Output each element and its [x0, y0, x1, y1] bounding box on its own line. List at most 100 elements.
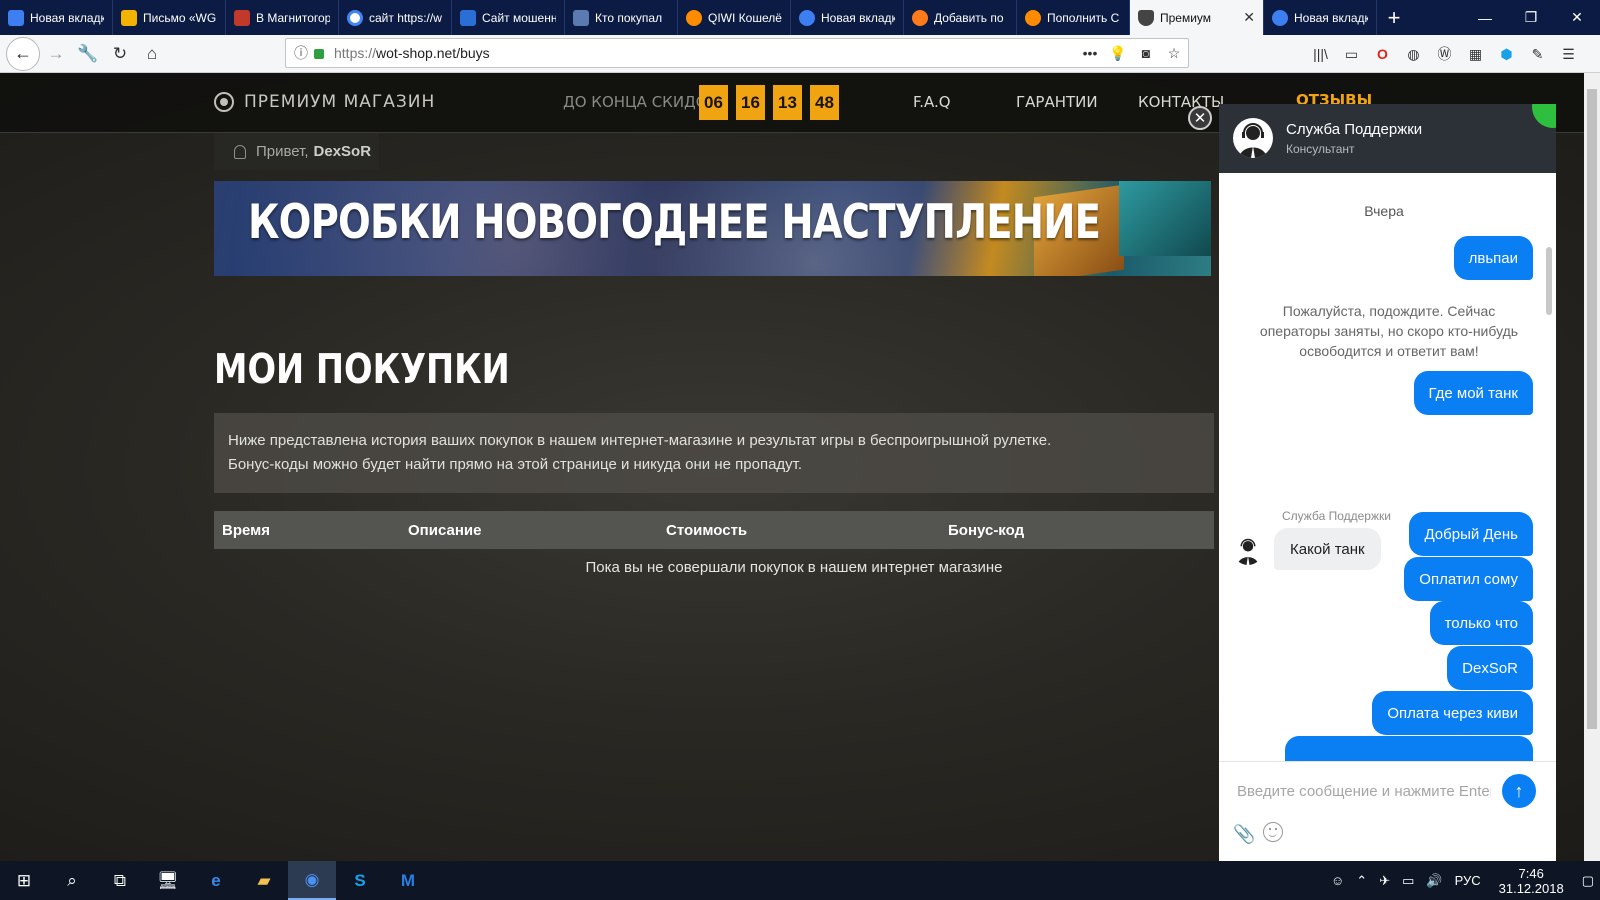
browser-tab[interactable]: В Магнитогор — [226, 0, 339, 35]
info-text-line: Бонус-коды можно будет найти прямо на эт… — [228, 456, 803, 473]
app-computer-icon[interactable]: 🖥 — [144, 861, 192, 900]
chat-subtitle: Консультант — [1286, 142, 1355, 156]
windows-taskbar: ⊞ ⌕ ⧉ 🖥 e ▰ ◉ S M ☺ ⌃ ✈ ▭ 🔊 РУС 7:46 31.1… — [0, 861, 1600, 900]
close-chat-button[interactable]: ✕ — [1188, 106, 1212, 130]
globe-icon[interactable]: ◍ — [1398, 46, 1429, 63]
minimize-window-icon[interactable]: — — [1462, 0, 1508, 35]
chat-message-input[interactable] — [1235, 782, 1493, 801]
airplane-icon[interactable]: ✈ — [1373, 873, 1396, 889]
back-button[interactable]: ← — [6, 36, 40, 71]
firefox-taskbar-icon[interactable]: ◉ — [288, 861, 336, 900]
malwarebytes-icon[interactable]: M — [384, 861, 432, 900]
system-message: Пожалуйста, подождите. Сейчас операторы … — [1259, 303, 1519, 359]
close-window-icon[interactable]: ✕ — [1554, 0, 1600, 35]
browser-tab[interactable]: QIWI Кошелё — [678, 0, 791, 35]
extension-icon[interactable]: ▦ — [1460, 46, 1491, 63]
hamburger-menu-icon[interactable]: ☰ — [1553, 46, 1584, 63]
column-header-time: Время — [222, 521, 270, 539]
url-text[interactable]: https://wot-shop.net/buys — [334, 45, 490, 61]
wrench-icon[interactable]: 🔧 — [72, 38, 104, 70]
network-icon[interactable]: ▭ — [1396, 873, 1420, 889]
browser-tab-active[interactable]: Премиум ✕ — [1130, 0, 1264, 35]
windows-start-icon[interactable]: ⊞ — [0, 861, 48, 900]
promo-banner[interactable]: КОРОБКИ НОВОГОДНЕЕ НАСТУПЛЕНИЕ — [214, 181, 1211, 276]
menu-contacts[interactable]: КОНТАКТЫ — [1138, 93, 1224, 111]
menu-faq[interactable]: F.A.Q — [913, 93, 951, 111]
paperclip-icon[interactable]: 📎 — [1233, 824, 1255, 845]
column-header-bonus-code: Бонус-код — [948, 521, 1025, 539]
sidebar-icon[interactable]: ▭ — [1336, 46, 1367, 63]
site-info-icon[interactable]: ⓘ — [294, 43, 308, 63]
browser-tab[interactable]: Кто покупал — [565, 0, 678, 35]
browser-tab[interactable]: Сайт мошенн — [452, 0, 565, 35]
system-tray: ☺ ⌃ ✈ ▭ 🔊 РУС 7:46 31.12.2018 ▢ — [1325, 861, 1600, 900]
mail-icon — [121, 9, 137, 26]
bookmark-star-icon[interactable]: ☆ — [1160, 45, 1188, 62]
bulb-icon[interactable]: 💡 — [1104, 45, 1132, 62]
site-logo[interactable]: ПРЕМИУМ МАГАЗИН — [214, 92, 435, 112]
forward-button[interactable]: → — [40, 38, 72, 70]
extension-shield-icon[interactable]: ⬢ — [1491, 46, 1522, 63]
tab-close-icon[interactable]: ✕ — [1237, 9, 1255, 26]
menu-guarantees[interactable]: ГАРАНТИИ — [1016, 93, 1098, 111]
outgoing-message: Добрый День — [1409, 512, 1533, 556]
page-actions-icon[interactable]: ••• — [1076, 45, 1104, 61]
user-icon — [234, 144, 246, 159]
send-button[interactable]: ↑ — [1502, 774, 1536, 808]
language-indicator[interactable]: РУС — [1449, 873, 1487, 888]
browser-tab[interactable]: Новая вкладка — [0, 0, 113, 35]
search-icon[interactable]: ⌕ — [48, 861, 96, 900]
extension-pen-icon[interactable]: ✎ — [1522, 46, 1553, 63]
outgoing-message: Оплата через киви — [1372, 691, 1533, 735]
task-view-icon[interactable]: ⧉ — [96, 861, 144, 900]
empty-purchases-message: Пока вы не совершали покупок в нашем инт… — [585, 559, 1003, 576]
forum-icon — [460, 9, 476, 26]
restore-window-icon[interactable]: ❐ — [1508, 0, 1554, 35]
file-explorer-icon[interactable]: ▰ — [240, 861, 288, 900]
browser-tab[interactable]: Письмо «WG — [113, 0, 226, 35]
browser-tab[interactable]: Добавить по — [904, 0, 1017, 35]
agent-name-label: Служба Поддержки — [1282, 509, 1391, 523]
user-greeting: Привет, DexSoR — [214, 133, 379, 170]
pocket-icon[interactable]: ◙ — [1132, 45, 1160, 61]
notifications-icon[interactable]: ▢ — [1576, 873, 1600, 889]
browser-tab[interactable]: Новая вкладк — [1264, 0, 1377, 35]
chat-scrollbar[interactable] — [1546, 247, 1552, 315]
firefox-icon — [799, 9, 815, 26]
agent-avatar — [1233, 535, 1263, 565]
skype-icon[interactable]: S — [336, 861, 384, 900]
address-bar[interactable]: ⓘ https://wot-shop.net/buys ••• 💡 ◙ ☆ — [285, 38, 1189, 68]
agent-avatar — [1233, 118, 1273, 158]
browser-tab[interactable]: Пополнить С — [1017, 0, 1130, 35]
clock[interactable]: 7:46 31.12.2018 — [1487, 866, 1576, 896]
incoming-message: Какой танк — [1274, 528, 1381, 570]
scrollbar-thumb[interactable] — [1587, 89, 1597, 729]
people-icon[interactable]: ☺ — [1325, 873, 1350, 888]
firefox-icon — [1272, 9, 1288, 26]
news-icon — [234, 9, 250, 26]
home-button[interactable]: ⌂ — [136, 38, 168, 70]
qiwi-icon — [1025, 9, 1041, 26]
loot-box-image — [1119, 181, 1211, 256]
chat-composer: ↑ 📎 — [1219, 761, 1556, 861]
outgoing-message: DexSoR — [1447, 646, 1533, 690]
volume-icon[interactable]: 🔊 — [1420, 873, 1448, 889]
wargaming-logo-icon — [214, 92, 234, 112]
page-scrollbar[interactable] — [1584, 73, 1600, 861]
browser-tab[interactable]: Новая вкладк — [791, 0, 904, 35]
tab-favicon-icon — [8, 9, 24, 26]
reload-button[interactable]: ↻ — [104, 38, 136, 70]
extension-w-icon[interactable]: Ⓦ — [1429, 44, 1460, 64]
tray-expand-icon[interactable]: ⌃ — [1350, 873, 1373, 889]
emoji-icon[interactable] — [1263, 822, 1283, 842]
edge-icon[interactable]: e — [192, 861, 240, 900]
timer-seconds: 48 — [810, 85, 839, 120]
new-tab-button[interactable]: + — [1377, 0, 1411, 35]
info-box: Ниже представлена история ваших покупок … — [214, 413, 1214, 493]
opera-icon[interactable]: O — [1367, 46, 1398, 62]
library-icon[interactable]: |||\ — [1305, 46, 1336, 62]
browser-tab[interactable]: сайт https://w — [339, 0, 452, 35]
column-header-cost: Стоимость — [666, 521, 748, 539]
username[interactable]: DexSoR — [314, 143, 372, 160]
banner-title: КОРОБКИ НОВОГОДНЕЕ НАСТУПЛЕНИЕ — [248, 195, 1101, 250]
